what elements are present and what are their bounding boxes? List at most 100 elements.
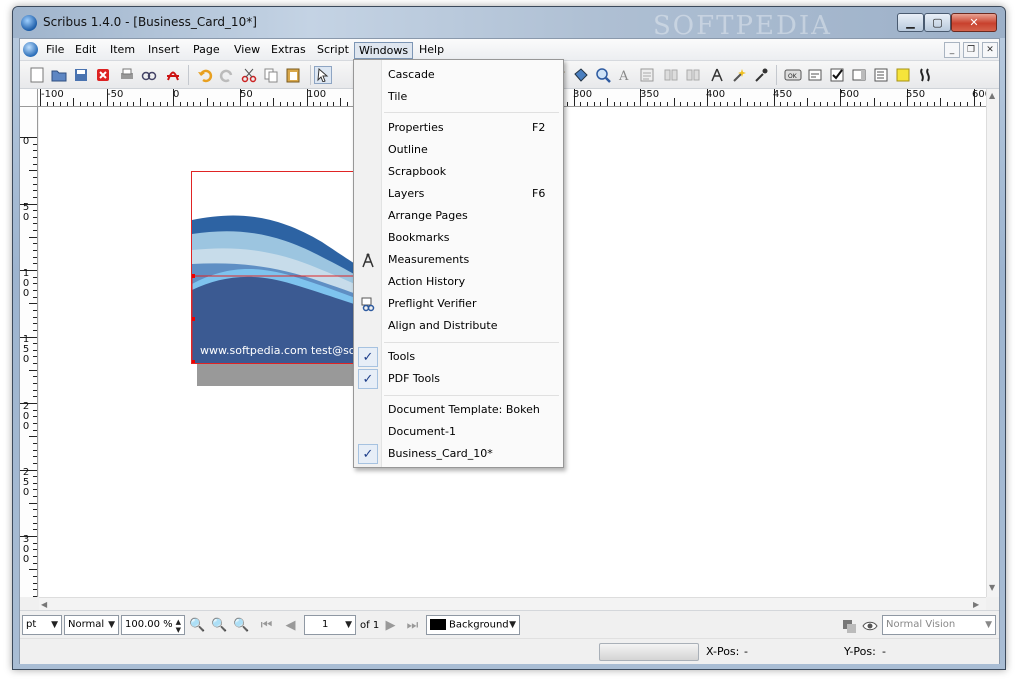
menu-item-action-history[interactable]: Action History — [356, 271, 561, 293]
menu-item-outline[interactable]: Outline — [356, 139, 561, 161]
selection-handle[interactable] — [192, 317, 195, 321]
menu-item-bookmarks[interactable]: Bookmarks — [356, 227, 561, 249]
document-menu-icon[interactable] — [23, 42, 38, 57]
edit-text-icon[interactable]: A — [616, 66, 634, 84]
measurements-icon[interactable] — [708, 66, 726, 84]
vertical-ruler[interactable]: 0 50 100 150 200 250 300 — [20, 107, 38, 597]
new-document-icon[interactable] — [28, 66, 46, 84]
menu-item-document-template[interactable]: Document Template: Bokeh — [356, 399, 561, 421]
menu-item-document-1[interactable]: Document-1 — [356, 421, 561, 443]
page-number-select[interactable]: 1 ▼ — [304, 615, 356, 635]
copy-icon[interactable] — [262, 66, 280, 84]
preflight-icon[interactable] — [140, 66, 158, 84]
pdf-listbox-icon[interactable] — [872, 66, 890, 84]
unlink-frames-icon[interactable] — [684, 66, 702, 84]
pdf-annotation-icon[interactable] — [894, 66, 912, 84]
menu-view[interactable]: View — [230, 42, 264, 59]
next-page-icon[interactable]: ▶ — [382, 617, 399, 634]
magic-wand-icon[interactable] — [730, 66, 748, 84]
doc-minimize-button[interactable]: _ — [944, 42, 960, 58]
menu-help[interactable]: Help — [415, 42, 448, 59]
ruler-tick — [933, 102, 935, 106]
pdf-button-icon[interactable]: OK — [784, 66, 802, 84]
color-management-icon[interactable] — [840, 617, 857, 634]
export-pdf-icon[interactable] — [164, 66, 182, 84]
menu-item-business-card[interactable]: ✓ Business_Card_10* — [356, 443, 561, 465]
preview-mode-select[interactable]: Normal ▼ — [64, 615, 119, 635]
scroll-right-arrow-icon[interactable]: ▶ — [973, 600, 979, 609]
ruler-tick — [33, 316, 37, 318]
doc-close-button[interactable]: ✕ — [982, 42, 998, 58]
story-editor-icon[interactable] — [638, 66, 656, 84]
fill-tool-icon[interactable] — [572, 66, 590, 84]
menu-item-tools[interactable]: ✓ Tools — [356, 346, 561, 368]
vertical-scrollbar[interactable]: ▲ ▼ — [986, 89, 999, 597]
pdf-combobox-icon[interactable] — [850, 66, 868, 84]
menu-item-arrange-pages[interactable]: Arrange Pages — [356, 205, 561, 227]
title-bar[interactable]: Scribus 1.4.0 - [Business_Card_10*] SOFT… — [13, 7, 1005, 41]
ruler-tick — [720, 102, 722, 106]
menu-item-preflight-verifier[interactable]: Preflight Verifier — [356, 293, 561, 315]
print-icon[interactable] — [118, 66, 136, 84]
menu-item-scrapbook[interactable]: Scrapbook — [356, 161, 561, 183]
eyedropper-icon[interactable] — [752, 66, 770, 84]
menu-item[interactable]: Item — [106, 42, 139, 59]
close-document-icon[interactable] — [94, 66, 112, 84]
ruler-label: 50 — [22, 202, 30, 223]
zoom-100-icon[interactable]: 🔍 — [211, 617, 228, 634]
scroll-up-arrow-icon[interactable]: ▲ — [989, 91, 995, 100]
menu-windows[interactable]: Windows — [354, 42, 414, 59]
layer-select[interactable]: Background ▼ — [426, 615, 520, 635]
first-page-icon[interactable]: ⏮ — [258, 617, 275, 634]
ruler-tick — [33, 276, 37, 278]
scroll-down-arrow-icon[interactable]: ▼ — [989, 583, 995, 592]
menu-edit[interactable]: Edit — [71, 42, 100, 59]
vision-select[interactable]: Normal Vision ▼ — [882, 615, 996, 635]
chevron-down-icon: ▼ — [108, 620, 115, 630]
menu-page[interactable]: Page — [189, 42, 224, 59]
menu-item-align-distribute[interactable]: Align and Distribute — [356, 315, 561, 337]
menu-insert[interactable]: Insert — [144, 42, 184, 59]
selection-handle[interactable] — [192, 274, 195, 278]
doc-restore-button[interactable]: ❐ — [963, 42, 979, 58]
close-button[interactable]: ✕ — [951, 13, 997, 32]
menu-item-properties[interactable]: Properties F2 — [356, 117, 561, 139]
previous-page-icon[interactable]: ◀ — [282, 617, 299, 634]
menu-item-pdf-tools[interactable]: ✓ PDF Tools — [356, 368, 561, 390]
scroll-left-arrow-icon[interactable]: ◀ — [41, 600, 47, 609]
menu-extras[interactable]: Extras — [267, 42, 310, 59]
ruler-corner[interactable] — [20, 89, 38, 107]
last-page-icon[interactable]: ⏭ — [404, 617, 421, 634]
select-tool-icon[interactable] — [314, 66, 332, 84]
menu-item-tile[interactable]: Tile — [356, 86, 561, 108]
pdf-textfield-icon[interactable] — [806, 66, 824, 84]
zoom-in-icon[interactable]: 🔍 — [233, 617, 250, 634]
maximize-button[interactable]: ▢ — [924, 13, 951, 32]
zoom-input[interactable]: 100.00 % ▲ ▼ — [121, 615, 185, 635]
horizontal-scrollbar[interactable]: ◀ ▶ — [39, 597, 986, 610]
zoom-tool-icon[interactable] — [594, 66, 612, 84]
menu-script[interactable]: Script — [313, 42, 353, 59]
pdf-checkbox-icon[interactable] — [828, 66, 846, 84]
ruler-tick — [33, 509, 37, 511]
link-frames-icon[interactable] — [662, 66, 680, 84]
unit-select[interactable]: pt ▼ — [22, 615, 62, 635]
save-icon[interactable] — [72, 66, 90, 84]
menu-item-measurements[interactable]: Measurements — [356, 249, 561, 271]
ruler-tick — [113, 102, 115, 106]
minimize-button[interactable]: ▁ — [897, 13, 924, 32]
pdf-link-icon[interactable] — [916, 66, 934, 84]
cut-icon[interactable] — [240, 66, 258, 84]
preview-eye-icon[interactable] — [861, 617, 878, 634]
selection-handle[interactable] — [192, 360, 195, 363]
paste-icon[interactable] — [284, 66, 302, 84]
xpos-label: X-Pos: — [706, 645, 740, 658]
business-card-page[interactable]: www.softpedia.com test@softpe — [191, 171, 375, 364]
open-folder-icon[interactable] — [50, 66, 68, 84]
undo-icon[interactable] — [196, 66, 214, 84]
menu-file[interactable]: File — [42, 42, 68, 59]
menu-item-cascade[interactable]: Cascade — [356, 64, 561, 86]
menu-item-layers[interactable]: Layers F6 — [356, 183, 561, 205]
redo-icon[interactable] — [218, 66, 236, 84]
zoom-out-icon[interactable]: 🔍 — [189, 617, 206, 634]
